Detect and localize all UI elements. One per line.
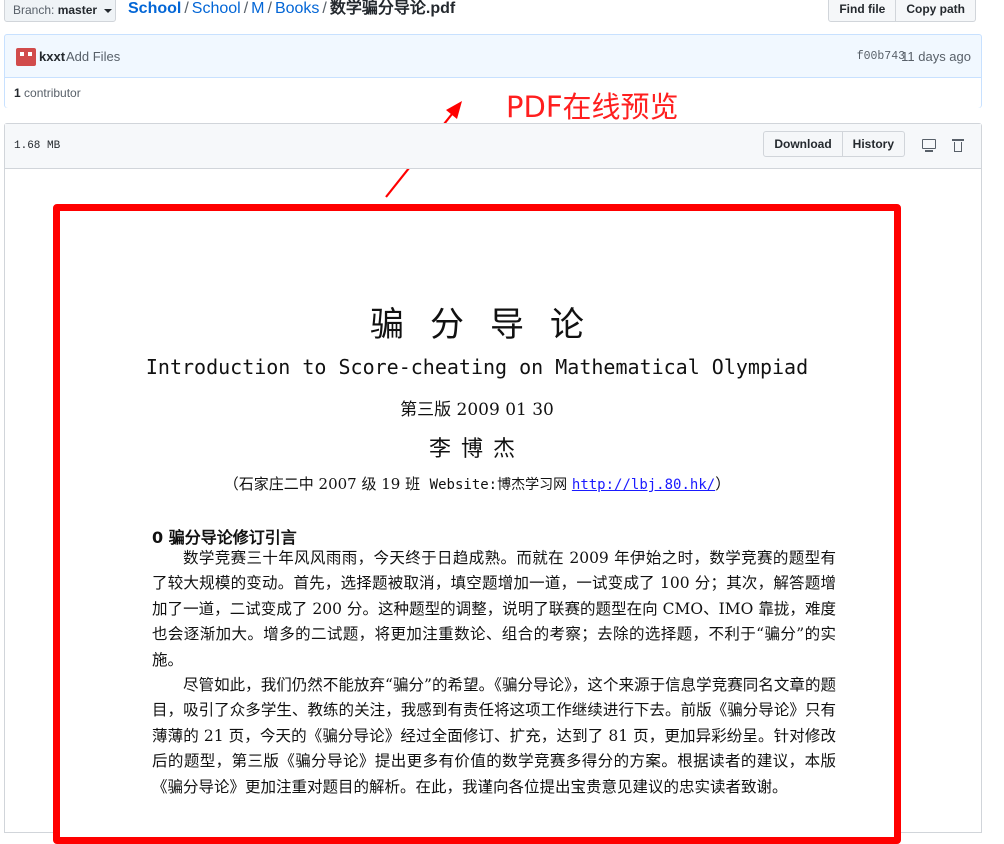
contributors-link[interactable]: 1 contributor (14, 86, 81, 100)
breadcrumb-link-school[interactable]: School (192, 0, 241, 17)
breadcrumb-root-link[interactable]: School (128, 0, 181, 17)
commit-sha-link[interactable]: f00b743 (857, 50, 905, 63)
pdf-preview-frame[interactable]: 骗分导论 Introduction to Score-cheating on M… (53, 204, 901, 844)
caret-down-icon (104, 8, 113, 13)
affiliation-prefix: （石家庄二中 2007 级 19 班 (223, 475, 421, 493)
document-affiliation: （石家庄二中 2007 级 19 班 Website:博杰学习网 http://… (60, 473, 894, 494)
avatar[interactable] (16, 48, 36, 66)
affiliation-suffix: ） (715, 475, 731, 493)
commit-row: kxxt Add Files f00b743 11 days ago (5, 35, 981, 78)
commit-tease: kxxt Add Files f00b743 11 days ago 1 con… (4, 34, 982, 108)
paragraph-1: 数学竞赛三十年风风雨雨，今天终于日趋成熟。而就在 2009 年伊始之时，数学竞赛… (152, 549, 836, 669)
history-button[interactable]: History (842, 131, 905, 157)
document-title: 骗分导论 (370, 305, 610, 345)
paragraph-2: 尽管如此，我们仍然不能放弃“骗分”的希望。《骗分导论》，这个来源于信息学竞赛同名… (152, 676, 836, 796)
document-subtitle: Introduction to Score-cheating on Mathem… (145, 355, 809, 379)
breadcrumb: School / School / M / Books / 数学骗分导论.pdf (128, 0, 456, 17)
branch-prefix: Branch: (13, 3, 55, 17)
document-author: 李博杰 (428, 437, 525, 462)
find-file-button[interactable]: Find file (828, 0, 897, 22)
document-body: 数学竞赛三十年风风雨雨，今天终于日趋成熟。而就在 2009 年伊始之时，数学竞赛… (152, 546, 836, 800)
file-header: 1.68 MB Download History (5, 124, 981, 169)
file-actions-group: Find file Copy path (828, 0, 976, 22)
website-link[interactable]: http://lbj.80.hk/ (572, 477, 715, 493)
document-edition: 第三版 2009 01 30 (400, 400, 554, 420)
file-size: 1.68 MB (14, 140, 61, 152)
contributors-label: contributor (24, 86, 81, 100)
contributors-row: 1 contributor (5, 78, 981, 108)
copy-path-button[interactable]: Copy path (896, 0, 976, 22)
desktop-icon[interactable] (921, 138, 937, 154)
commit-author-link[interactable]: kxxt (39, 49, 65, 64)
branch-select-button[interactable]: Branch: master (4, 0, 116, 22)
contributors-count: 1 (14, 86, 21, 100)
breadcrumb-current-file: 数学骗分导论.pdf (329, 0, 456, 17)
trash-icon[interactable] (951, 138, 967, 154)
pdf-page: 骗分导论 Introduction to Score-cheating on M… (60, 211, 894, 837)
branch-name: master (57, 3, 98, 17)
breadcrumb-link-m[interactable]: M (251, 0, 264, 17)
breadcrumb-link-books[interactable]: Books (275, 0, 319, 17)
section-title: 0 骗分导论修订引言 (152, 528, 297, 547)
commit-age: 11 days ago (901, 49, 971, 64)
download-button[interactable]: Download (763, 131, 843, 157)
website-label: Website:博杰学习网 (429, 477, 568, 493)
file-navigation: Branch: master School / School / M / Books / 数学骗… (0, 0, 990, 24)
annotation-label: PDF在线预览 (506, 90, 679, 124)
file-buttons: Download History (763, 131, 905, 157)
commit-message-link[interactable]: Add Files (66, 49, 120, 64)
